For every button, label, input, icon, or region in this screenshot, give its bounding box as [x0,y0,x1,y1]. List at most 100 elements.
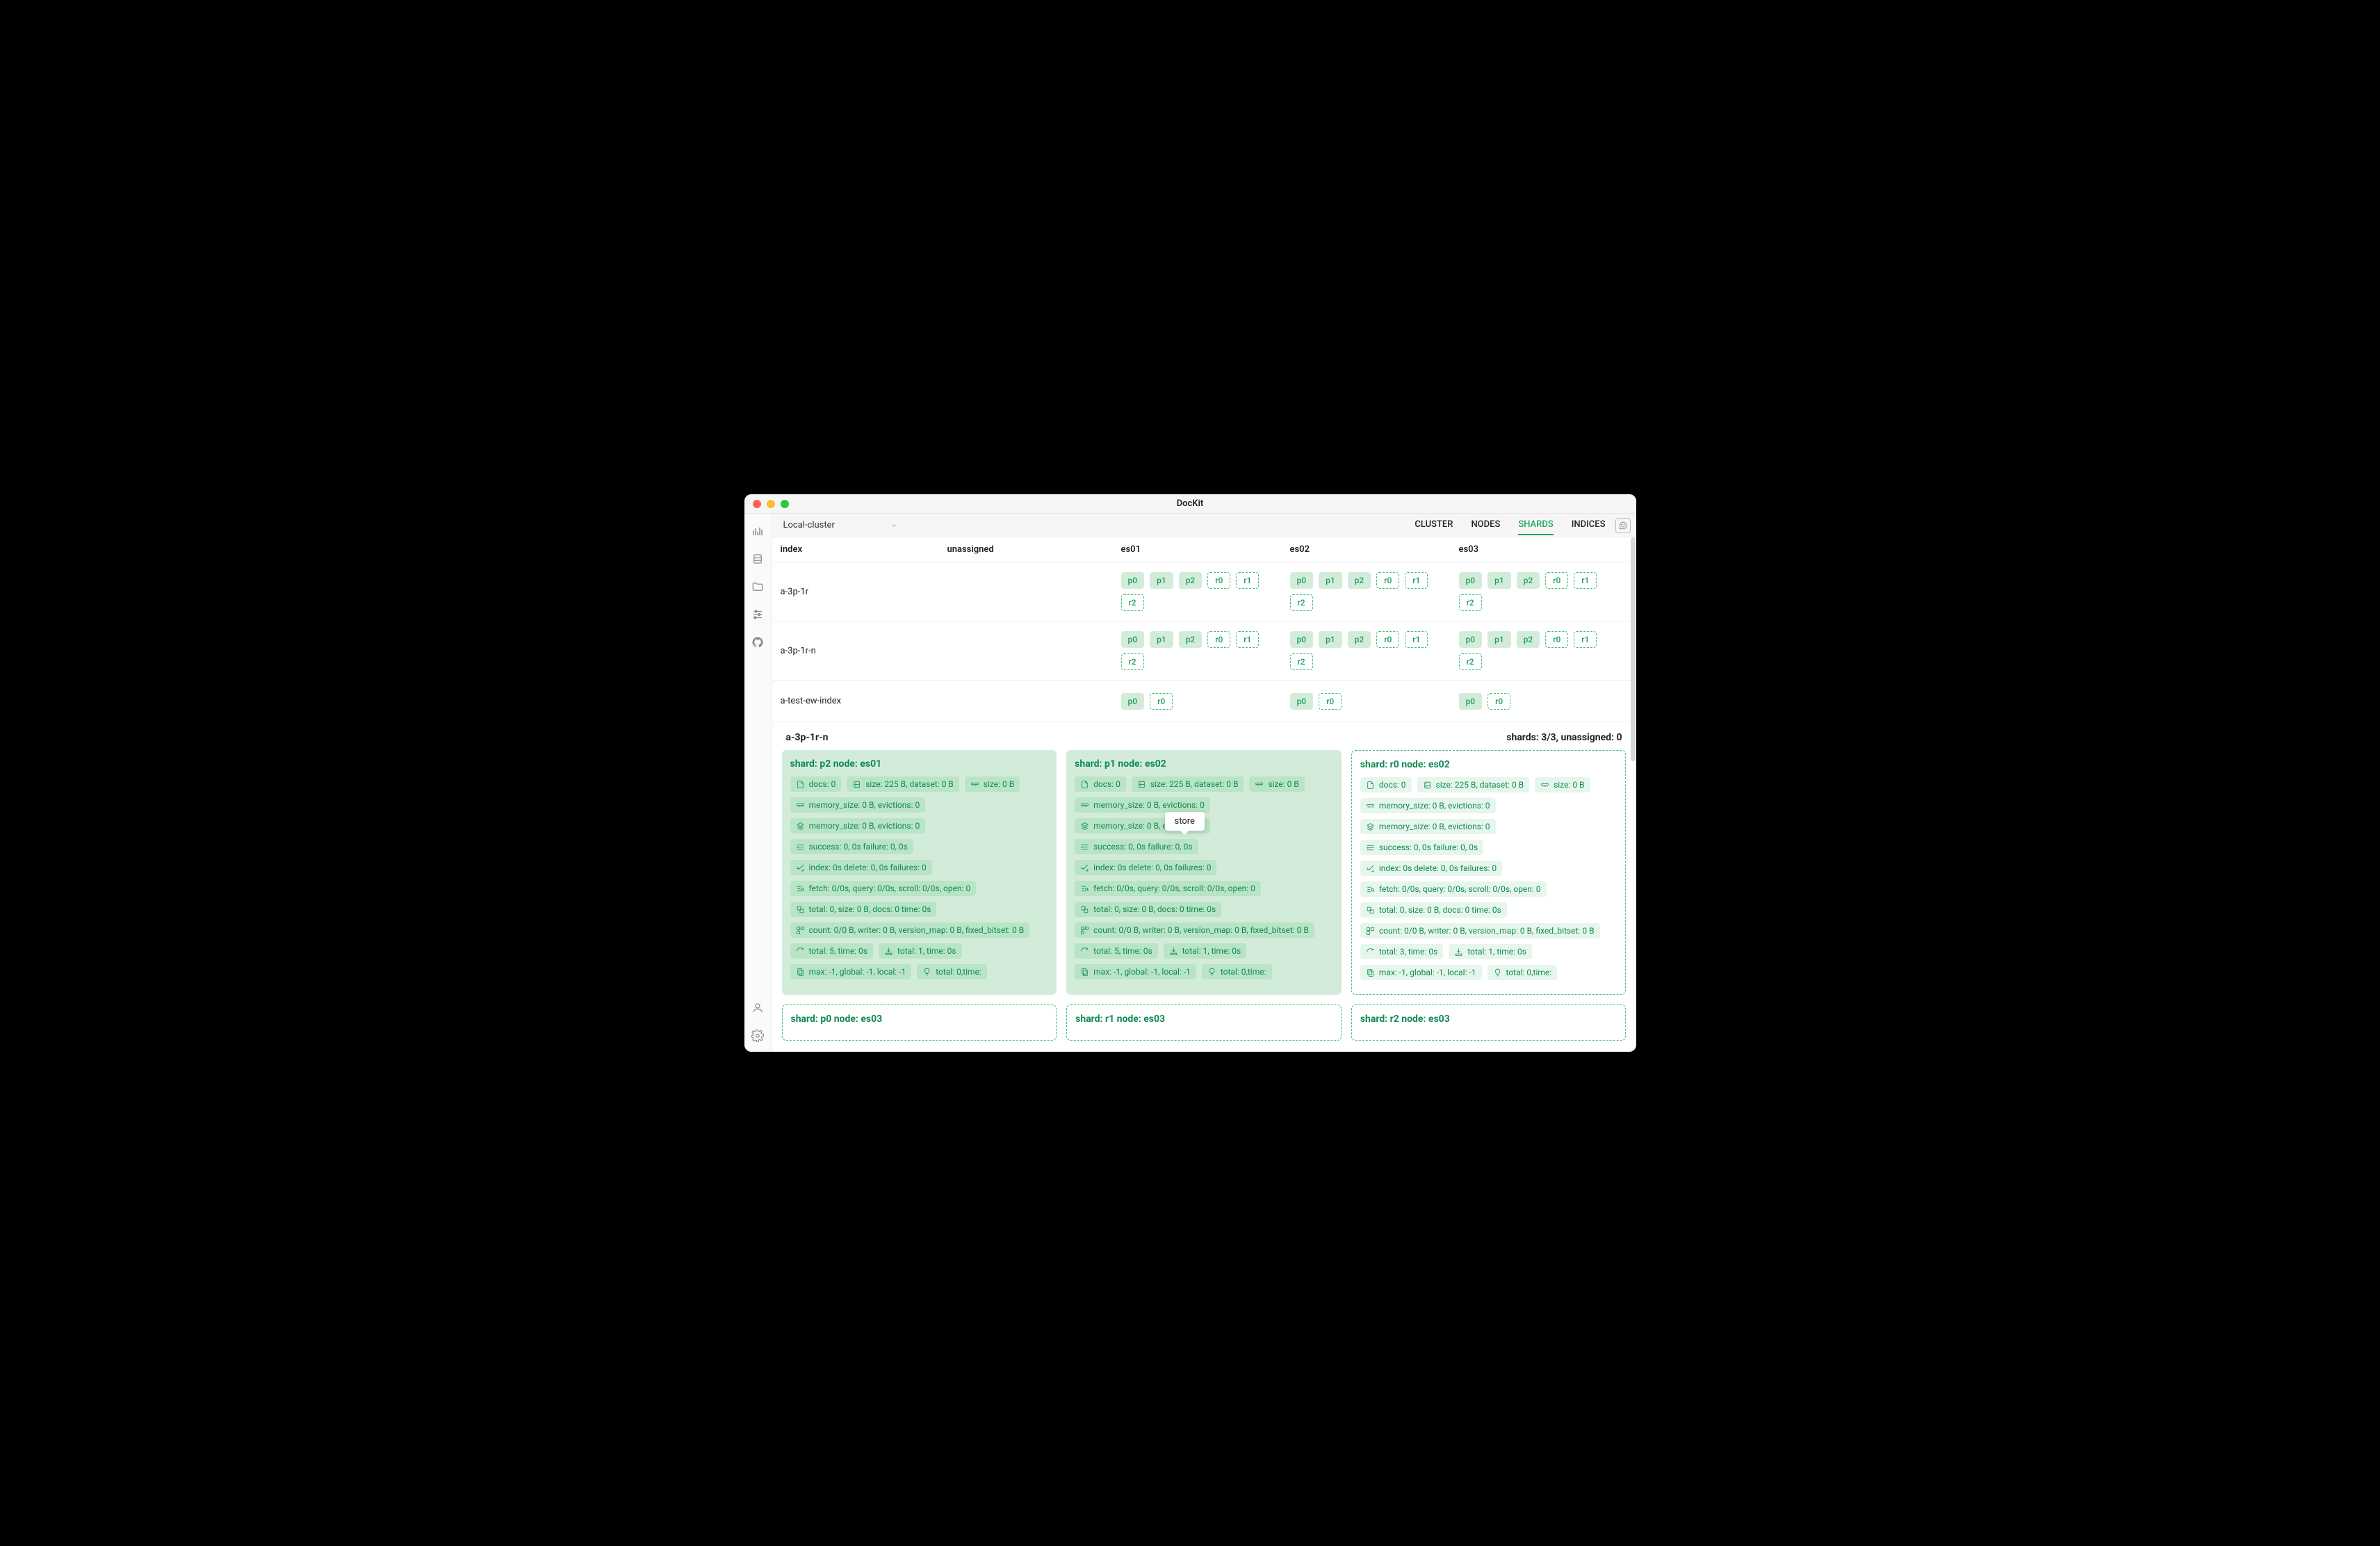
tab-cluster[interactable]: CLUSTER [1415,515,1453,535]
shard-chip[interactable]: r0 [1319,693,1342,710]
shard-chip[interactable]: r0 [1488,693,1510,710]
shard-chip[interactable]: p0 [1459,572,1483,589]
shard-chip[interactable]: p0 [1459,631,1483,648]
badge-row: index: 0s delete: 0, 0s failures: 0 [1360,861,1617,876]
shard-chip[interactable]: r0 [1545,631,1568,648]
col-unassigned: unassigned [947,544,1121,555]
stat-badge: size: 225 B, dataset: 0 B [1132,776,1244,792]
tab-nodes[interactable]: NODES [1471,515,1500,535]
equalizer-icon[interactable] [751,525,764,537]
shard-chip[interactable]: r2 [1121,653,1144,670]
shard-card[interactable]: shard: p2 node: es01docs: 0size: 225 B, … [782,750,1057,995]
feedback-button[interactable] [1615,518,1631,533]
badge-row: docs: 0size: 225 B, dataset: 0 Bsize: 0 … [790,776,1049,792]
badge-row: total: 0, size: 0 B, docs: 0 time: 0s [1075,902,1333,917]
shard-chip[interactable]: p0 [1121,693,1145,710]
shard-chip[interactable]: p2 [1517,572,1540,589]
index-name: a-3p-1r [781,587,947,597]
flush-icon [796,843,805,852]
shard-chip[interactable]: p1 [1488,572,1511,589]
shard-chip[interactable]: r1 [1574,572,1597,589]
shard-chip[interactable]: r1 [1405,572,1428,589]
scrollbar-thumb[interactable] [1631,537,1636,761]
shard-chip[interactable]: p0 [1290,693,1314,710]
badge-row: total: 3, time: 0stotal: 1, time: 0s [1360,944,1617,959]
content-scroll[interactable]: index unassigned es01 es02 es03 a-3p-1rp… [772,537,1636,1052]
shard-chip[interactable]: r0 [1150,693,1173,710]
tab-indices[interactable]: INDICES [1572,515,1606,535]
badge-row: memory_size: 0 B, evictions: 0 [1360,798,1617,813]
table-row[interactable]: a-test-ew-indexp0r0p0r0p0r0 [772,681,1636,722]
shard-chip[interactable]: p2 [1348,572,1371,589]
cluster-dropdown[interactable]: Local-cluster [778,517,903,533]
doc-icon [1080,780,1089,789]
shard-chip[interactable]: r1 [1405,631,1428,648]
flush-icon [1366,843,1375,852]
shard-chip[interactable]: r0 [1207,572,1230,589]
warmer-icon [1080,968,1089,977]
shard-chip[interactable]: r2 [1459,594,1482,611]
user-icon[interactable] [751,1002,764,1014]
stat-badge: memory_size: 0 B, evictions: 0 [1360,798,1496,813]
shard-chip[interactable]: p2 [1348,631,1371,648]
shard-chip[interactable]: p2 [1179,572,1203,589]
stat-badge: size: 0 B [965,776,1020,792]
main-panel: Local-cluster CLUSTER NODES SHARDS INDIC… [772,514,1636,1052]
settings-icon[interactable] [751,1030,764,1042]
shard-card-title: shard: p1 node: es02 [1075,758,1333,770]
shard-chip[interactable]: p1 [1319,631,1342,648]
top-toolbar: Local-cluster CLUSTER NODES SHARDS INDIC… [772,514,1636,537]
shard-chip[interactable]: p1 [1488,631,1511,648]
shard-chip[interactable]: r0 [1207,631,1230,648]
shard-chip[interactable]: r2 [1121,594,1144,611]
tab-shards[interactable]: SHARDS [1518,515,1553,535]
sliders-icon[interactable] [751,608,764,621]
table-row[interactable]: a-3p-1rp0p1p2r0r1r2p0p1p2r0r1r2p0p1p2r0r… [772,562,1636,621]
merge-icon [1366,906,1375,915]
badge-row: fetch: 0/0s, query: 0/0s, scroll: 0/0s, … [790,881,1049,896]
stat-badge: success: 0, 0s failure: 0, 0s [1360,840,1483,855]
table-row[interactable]: a-3p-1r-np0p1p2r0r1r2p0p1p2r0r1r2p0p1p2r… [772,621,1636,681]
shard-chip[interactable]: p0 [1121,572,1145,589]
shard-card-title: shard: p0 node: es03 [791,1014,1048,1025]
shard-chip[interactable]: r2 [1290,594,1313,611]
shard-chip[interactable]: r1 [1236,631,1259,648]
shard-chip[interactable]: p1 [1150,572,1173,589]
shard-chip[interactable]: p0 [1290,631,1314,648]
db-icon[interactable] [751,553,764,565]
shard-card[interactable]: shard: r1 node: es03 [1066,1004,1342,1041]
folder-icon[interactable] [751,580,764,593]
stat-badge: max: -1, global: -1, local: -1 [1360,965,1482,980]
shard-chip[interactable]: p0 [1459,693,1483,710]
shard-card-title: shard: r0 node: es02 [1360,759,1617,770]
stat-badge: size: 225 B, dataset: 0 B [1417,777,1530,792]
shard-chip[interactable]: p1 [1150,631,1173,648]
shard-chip[interactable]: p0 [1121,631,1145,648]
github-icon[interactable] [751,636,764,649]
shard-chip[interactable]: r0 [1545,572,1568,589]
badge-row: success: 0, 0s failure: 0, 0s [1075,839,1333,854]
shard-chip[interactable]: r2 [1290,653,1313,670]
shard-card-title: shard: r2 node: es03 [1360,1014,1617,1025]
shard-chip[interactable]: r2 [1459,653,1482,670]
shard-card[interactable]: shard: p0 node: es03 [782,1004,1057,1041]
shard-chip[interactable]: p2 [1179,631,1203,648]
shard-chip[interactable]: p0 [1290,572,1314,589]
shard-chip[interactable]: r1 [1574,631,1597,648]
shard-card[interactable]: shard: p1 node: es02docs: 0size: 225 B, … [1066,750,1342,995]
fielddata-icon [1540,781,1549,790]
shard-chip[interactable]: p1 [1319,572,1342,589]
shard-chip[interactable]: p2 [1517,631,1540,648]
stat-badge: success: 0, 0s failure: 0, 0s [790,839,913,854]
stat-badge: count: 0/0 B, writer: 0 B, version_map: … [790,922,1030,938]
shard-card[interactable]: shard: r0 node: es02docs: 0size: 225 B, … [1351,750,1627,995]
stat-badge: total: 1, time: 0s [1164,943,1247,959]
shard-chip[interactable]: r0 [1376,572,1399,589]
shard-chip[interactable]: r0 [1376,631,1399,648]
stat-badge: docs: 0 [790,776,842,792]
shard-card[interactable]: shard: r2 node: es03 [1351,1004,1627,1041]
shard-chip[interactable]: r1 [1236,572,1259,589]
reqcache-icon [1080,822,1089,831]
cluster-name: Local-cluster [783,520,835,530]
merge-icon [1080,905,1089,914]
